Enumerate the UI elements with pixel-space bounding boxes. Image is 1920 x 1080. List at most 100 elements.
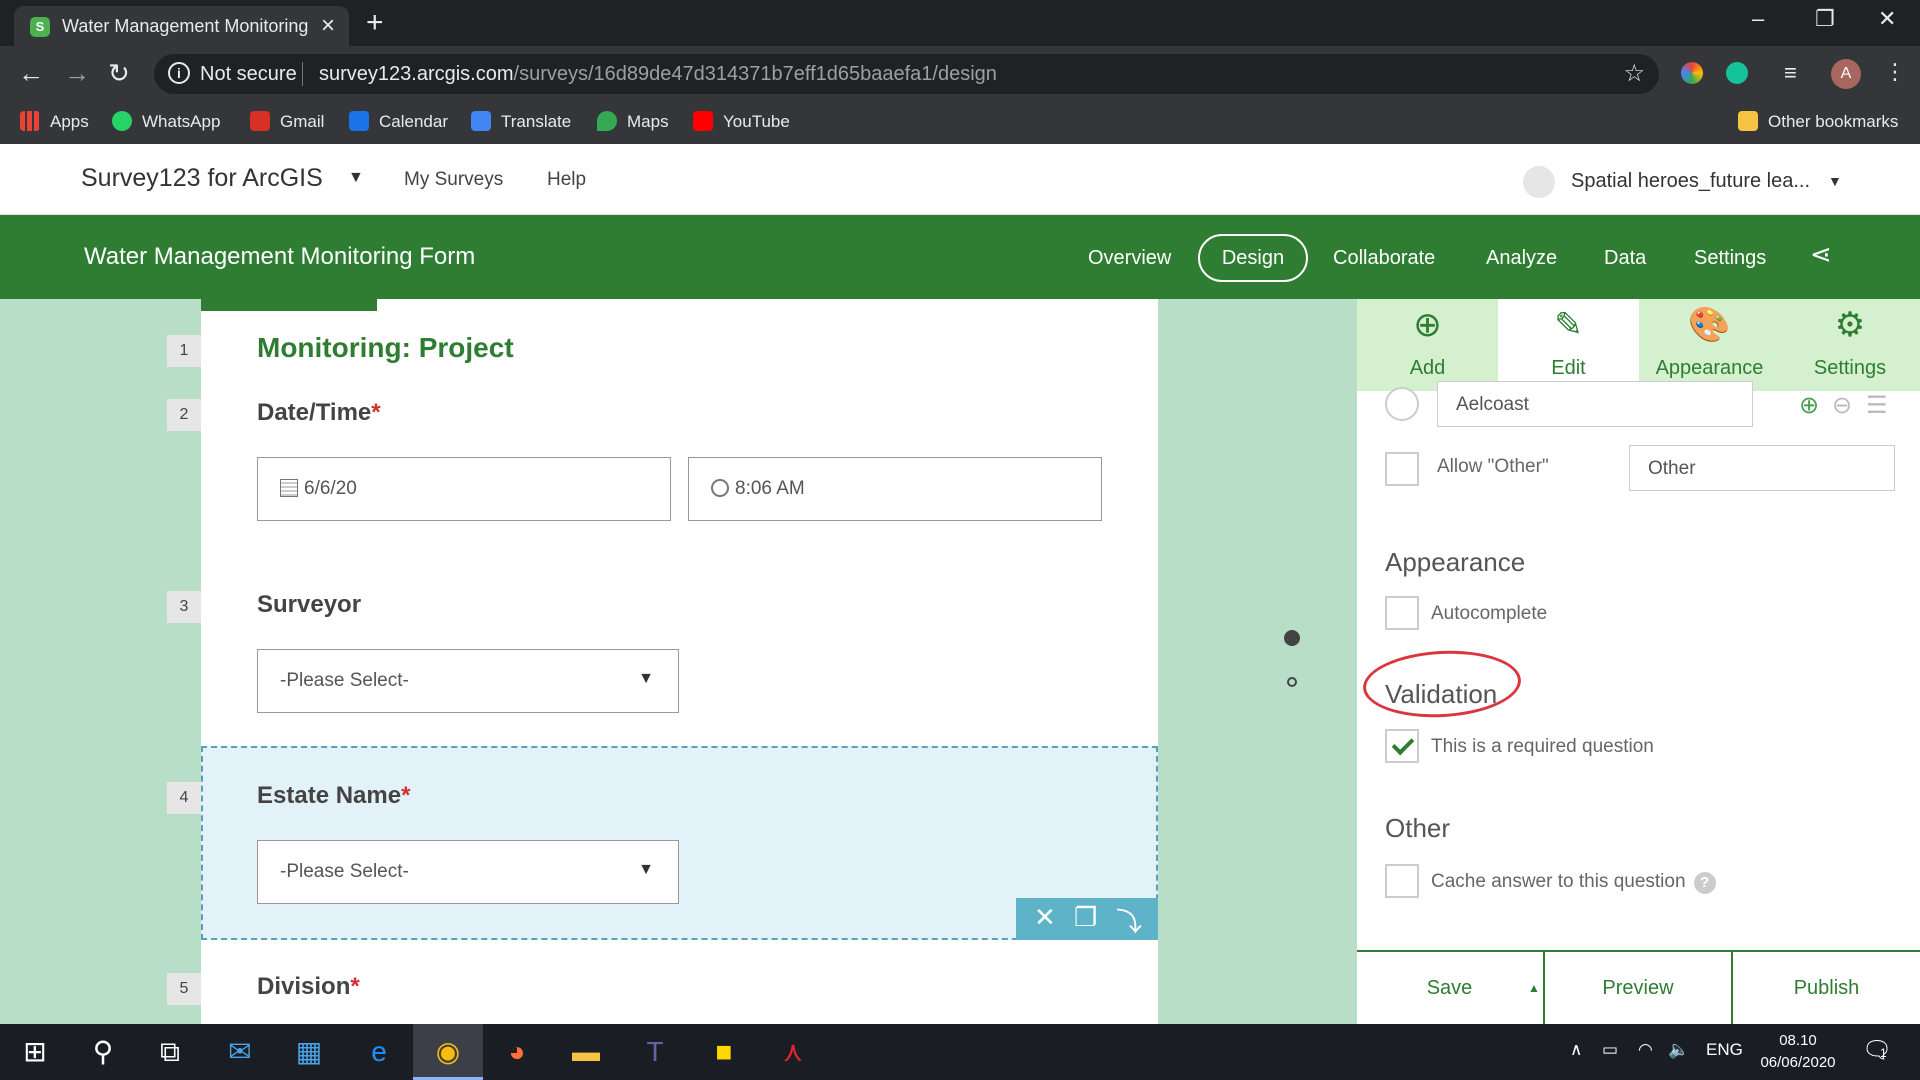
browser-tab[interactable]: S Water Management Monitoring F ×: [14, 6, 349, 46]
tab-analyze[interactable]: Analyze: [1486, 247, 1557, 270]
battery-icon[interactable]: ▭: [1602, 1040, 1618, 1060]
language-indicator[interactable]: ENG: [1706, 1040, 1743, 1060]
info-icon[interactable]: i: [168, 62, 190, 84]
page-dot-active[interactable]: [1284, 630, 1300, 646]
panel-tab-appearance[interactable]: 🎨 Appearance: [1639, 299, 1780, 391]
surveyor-select[interactable]: -Please Select- ▼: [257, 649, 679, 713]
share-icon[interactable]: ⋖: [1810, 239, 1832, 270]
tab-collaborate[interactable]: Collaborate: [1333, 247, 1435, 270]
profile-avatar[interactable]: A: [1831, 59, 1861, 89]
tab-overview[interactable]: Overview: [1088, 247, 1171, 270]
reload-icon[interactable]: ↻: [108, 58, 130, 89]
nav-my-surveys[interactable]: My Surveys: [404, 169, 503, 191]
wifi-icon[interactable]: ◠: [1638, 1040, 1653, 1060]
tab-design[interactable]: Design: [1198, 234, 1308, 282]
other-label-value: Other: [1648, 458, 1696, 479]
date-field[interactable]: 6/6/20: [257, 457, 671, 521]
search-icon[interactable]: ⚲: [68, 1024, 138, 1080]
bookmark-calendar[interactable]: Calendar: [349, 111, 448, 132]
close-window-icon[interactable]: ✕: [1878, 6, 1896, 32]
task-view-icon[interactable]: ⧉: [135, 1024, 205, 1080]
remove-choice-icon[interactable]: ⊖: [1832, 391, 1852, 420]
question-label-estate-name[interactable]: Estate Name*: [257, 782, 410, 810]
time-field[interactable]: 8:06 AM: [688, 457, 1102, 521]
media-control-icon[interactable]: ≡: [1784, 60, 1797, 86]
question-label-datetime[interactable]: Date/Time*: [257, 399, 381, 427]
grammarly-extension-icon[interactable]: [1726, 62, 1748, 84]
bookmark-label: Apps: [50, 112, 89, 131]
user-avatar[interactable]: [1523, 166, 1555, 198]
tab-data[interactable]: Data: [1604, 247, 1646, 270]
panel-actions: Save ▲ Preview Publish: [1357, 950, 1920, 1024]
chrome-menu-icon[interactable]: ⋮: [1884, 59, 1906, 85]
edge-browser-icon[interactable]: e: [344, 1024, 414, 1080]
bookmark-star-icon[interactable]: ☆: [1623, 59, 1645, 88]
forward-arrow-icon[interactable]: →: [64, 58, 90, 89]
back-arrow-icon[interactable]: ←: [18, 58, 44, 89]
mail-app-icon[interactable]: ✉: [205, 1024, 275, 1080]
file-explorer-icon[interactable]: ▬: [551, 1024, 621, 1080]
publish-button[interactable]: Publish: [1733, 952, 1920, 1024]
drag-handle-icon[interactable]: ☰: [1866, 391, 1888, 420]
chevron-down-icon[interactable]: ▼: [348, 169, 364, 187]
user-name[interactable]: Spatial heroes_future lea...: [1571, 170, 1810, 193]
page-dot[interactable]: [1287, 677, 1297, 687]
delete-question-icon[interactable]: ✕: [1034, 902, 1056, 933]
question-number: 4: [167, 782, 201, 814]
tab-settings[interactable]: Settings: [1694, 247, 1766, 270]
store-app-icon[interactable]: ▦: [274, 1024, 344, 1080]
acrobat-app-icon[interactable]: ⋏: [758, 1024, 828, 1080]
duplicate-question-icon[interactable]: ❐: [1074, 902, 1097, 933]
required-question-checkbox[interactable]: [1385, 729, 1419, 763]
cache-answer-checkbox[interactable]: [1385, 864, 1419, 898]
close-tab-icon[interactable]: ×: [321, 12, 335, 40]
bookmark-other[interactable]: Other bookmarks: [1738, 111, 1898, 132]
system-clock[interactable]: 08.10 06/06/2020: [1753, 1030, 1843, 1074]
choice-label-input[interactable]: Aelcoast: [1437, 381, 1753, 427]
app-header: Survey123 for ArcGIS ▼ My Surveys Help S…: [0, 144, 1920, 215]
allow-other-checkbox[interactable]: [1385, 452, 1419, 486]
restore-window-icon[interactable]: ❐: [1815, 6, 1835, 32]
add-choice-icon[interactable]: ⊕: [1799, 391, 1819, 420]
minimize-window-icon[interactable]: –: [1752, 6, 1764, 32]
tray-expand-icon[interactable]: ∧: [1570, 1040, 1582, 1060]
color-extension-icon[interactable]: [1681, 62, 1703, 84]
cache-answer-text: Cache answer to this question: [1431, 871, 1686, 892]
firefox-browser-icon[interactable]: ◕: [482, 1024, 552, 1080]
panel-tab-add[interactable]: ⊕ Add: [1357, 299, 1498, 391]
move-question-icon[interactable]: ⤵: [1116, 902, 1142, 939]
app-brand[interactable]: Survey123 for ArcGIS: [81, 164, 323, 193]
help-icon[interactable]: ?: [1693, 872, 1716, 894]
sticky-notes-icon[interactable]: ■: [689, 1024, 759, 1080]
user-menu-chevron-icon[interactable]: ▼: [1828, 173, 1842, 189]
chrome-browser-icon[interactable]: ◉: [413, 1024, 483, 1080]
address-bar[interactable]: i Not secure survey123.arcgis.com/survey…: [154, 54, 1659, 94]
other-label-input[interactable]: Other: [1629, 445, 1895, 491]
volume-icon[interactable]: 🔈: [1668, 1040, 1689, 1060]
question-label-surveyor[interactable]: Surveyor: [257, 591, 361, 619]
section-title[interactable]: Monitoring: Project: [257, 332, 514, 364]
estate-name-select[interactable]: -Please Select- ▼: [257, 840, 679, 904]
teams-app-icon[interactable]: T: [620, 1024, 690, 1080]
apps-grid-icon: [20, 111, 40, 131]
bookmark-whatsapp[interactable]: WhatsApp: [112, 111, 220, 132]
bookmark-apps[interactable]: Apps: [20, 111, 89, 132]
new-tab-button[interactable]: +: [366, 6, 384, 40]
bookmark-gmail[interactable]: Gmail: [250, 111, 324, 132]
panel-tab-edit[interactable]: ✎ Edit: [1498, 299, 1639, 391]
windows-start-icon[interactable]: ⊞: [0, 1024, 70, 1080]
choice-default-radio[interactable]: [1385, 387, 1419, 421]
preview-button[interactable]: Preview: [1545, 952, 1731, 1024]
settings-gear-icon: ⚙: [1834, 306, 1866, 344]
panel-tab-settings[interactable]: ⚙ Settings: [1780, 299, 1920, 391]
notification-center-icon[interactable]: 🗨: [1862, 1036, 1892, 1065]
panel-tab-label: Appearance: [1655, 357, 1764, 379]
save-button[interactable]: Save: [1357, 952, 1542, 1024]
autocomplete-checkbox[interactable]: [1385, 596, 1419, 630]
bookmark-maps[interactable]: Maps: [597, 111, 669, 132]
nav-help[interactable]: Help: [547, 169, 586, 191]
estate-name-placeholder: -Please Select-: [280, 861, 409, 882]
bookmark-translate[interactable]: Translate: [471, 111, 571, 132]
bookmark-youtube[interactable]: YouTube: [693, 111, 790, 132]
question-label-division[interactable]: Division*: [257, 973, 360, 1001]
